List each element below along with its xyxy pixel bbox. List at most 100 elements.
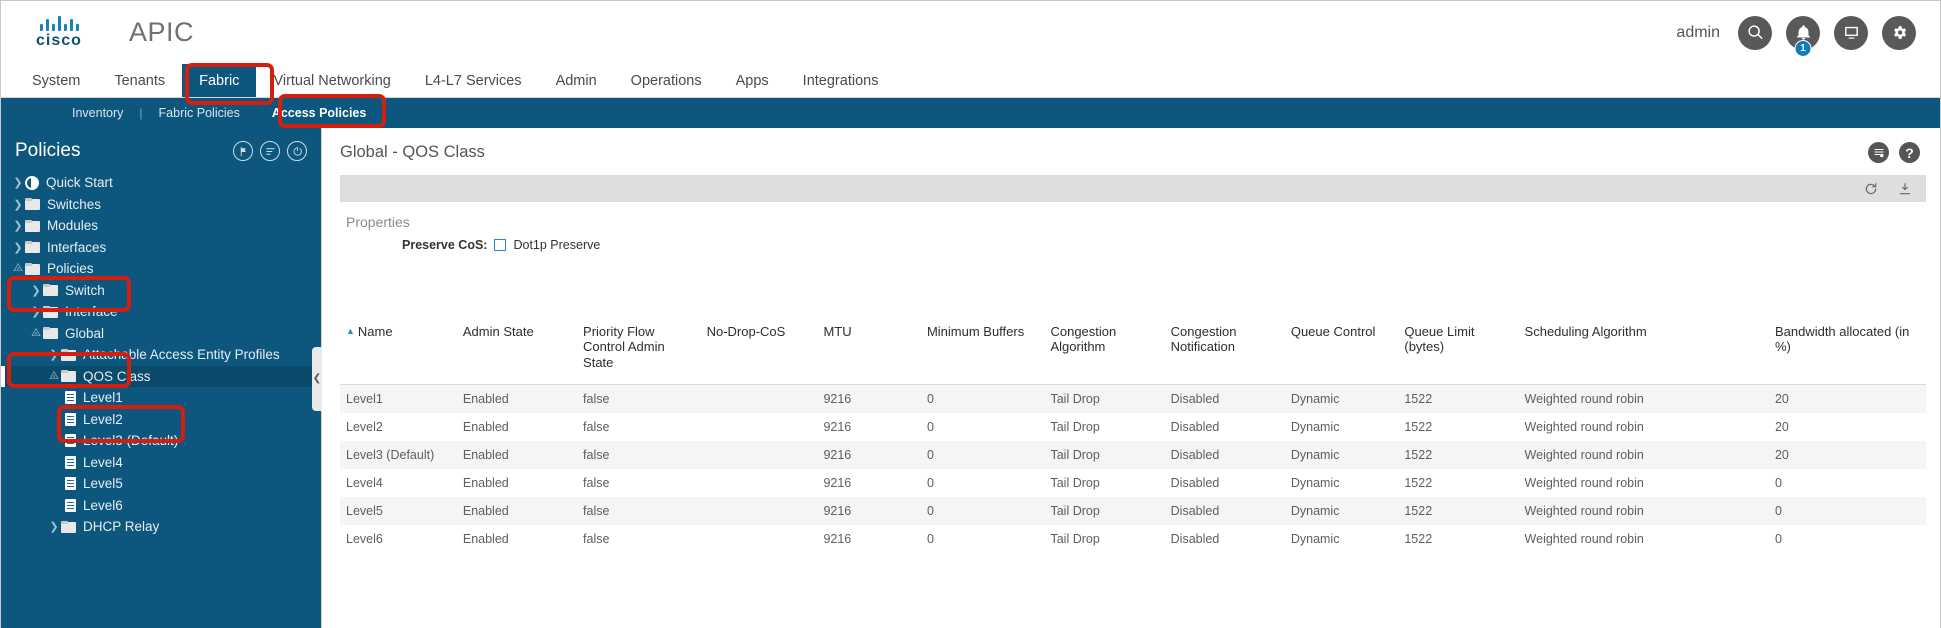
tree-item-level5[interactable]: Level5 bbox=[1, 473, 321, 495]
subnav-access-policies[interactable]: Access Policies bbox=[256, 106, 383, 120]
cell-queue-limit: 1522 bbox=[1398, 525, 1518, 553]
th-minimum-buffers[interactable]: Minimum Buffers bbox=[921, 316, 1045, 384]
table-row[interactable]: Level1 Enabled false 9216 0 Tail Drop Di… bbox=[340, 384, 1926, 413]
subnav-inventory[interactable]: Inventory bbox=[56, 106, 139, 120]
tree-item-level6[interactable]: Level6 bbox=[1, 495, 321, 517]
refresh-icon[interactable] bbox=[1864, 182, 1878, 196]
table-row[interactable]: Level4 Enabled false 9216 0 Tail Drop Di… bbox=[340, 469, 1926, 497]
cell-cong-algo: Tail Drop bbox=[1044, 384, 1164, 413]
tree-item-level2[interactable]: Level2 bbox=[1, 409, 321, 431]
cell-min-buffers: 0 bbox=[921, 384, 1045, 413]
product-title: APIC bbox=[129, 17, 194, 48]
tree-item-global[interactable]: ⨻ Global bbox=[1, 323, 321, 345]
tree-item-policies[interactable]: ⨻ Policies bbox=[1, 258, 321, 280]
chevron-right-icon[interactable]: ❯ bbox=[11, 241, 25, 254]
th-bandwidth-allocated[interactable]: Bandwidth allocated (in %) bbox=[1769, 316, 1926, 384]
list-filter-icon[interactable] bbox=[260, 141, 280, 161]
th-mtu[interactable]: MTU bbox=[817, 316, 921, 384]
gear-icon[interactable] bbox=[1882, 16, 1916, 50]
tree-item-switches[interactable]: ❯ Switches bbox=[1, 194, 321, 216]
chevron-right-icon[interactable]: ❯ bbox=[11, 219, 25, 232]
properties-spacer bbox=[340, 264, 1926, 316]
chevron-right-icon[interactable]: ❯ bbox=[29, 284, 43, 297]
table-row[interactable]: Level2 Enabled false 9216 0 Tail Drop Di… bbox=[340, 413, 1926, 441]
preserve-cos-label: Preserve CoS: bbox=[402, 238, 487, 252]
tree-item-modules[interactable]: ❯ Modules bbox=[1, 215, 321, 237]
nav-system[interactable]: System bbox=[15, 64, 97, 97]
subnav-fabric-policies[interactable]: Fabric Policies bbox=[143, 106, 256, 120]
nav-tenants[interactable]: Tenants bbox=[97, 64, 182, 97]
help-icon[interactable]: ? bbox=[1899, 142, 1920, 163]
tree-item-interfaces[interactable]: ❯ Interfaces bbox=[1, 237, 321, 259]
tree-label: QOS Class bbox=[83, 369, 151, 384]
th-queue-limit-bytes[interactable]: Queue Limit (bytes) bbox=[1398, 316, 1518, 384]
table-row[interactable]: Level5 Enabled false 9216 0 Tail Drop Di… bbox=[340, 497, 1926, 525]
cell-cong-algo: Tail Drop bbox=[1044, 441, 1164, 469]
tree-item-interface[interactable]: ❯ Interface bbox=[1, 301, 321, 323]
dot1p-preserve-checkbox[interactable] bbox=[494, 239, 506, 251]
cell-queue-limit: 1522 bbox=[1398, 469, 1518, 497]
th-scheduling-algorithm[interactable]: Scheduling Algorithm bbox=[1519, 316, 1769, 384]
tree-item-attachable-access-entity-profiles[interactable]: ❯ Attachable Access Entity Profiles bbox=[1, 344, 321, 366]
nav-virtual-networking[interactable]: Virtual Networking bbox=[256, 64, 407, 97]
th-congestion-algorithm[interactable]: Congestion Algorithm bbox=[1044, 316, 1164, 384]
cell-bandwidth: 0 bbox=[1769, 469, 1926, 497]
tree-item-level4[interactable]: Level4 bbox=[1, 452, 321, 474]
sort-asc-icon: ▲ bbox=[346, 326, 355, 336]
brand[interactable]: cisco APIC bbox=[23, 16, 194, 49]
nav-fabric[interactable]: Fabric bbox=[182, 64, 256, 97]
tree-item-level3-default[interactable]: Level3 (Default) bbox=[1, 430, 321, 452]
tree-label: Switch bbox=[65, 283, 105, 298]
cell-bandwidth: 0 bbox=[1769, 497, 1926, 525]
chevron-down-icon[interactable]: ⨻ bbox=[11, 262, 25, 275]
flag-icon[interactable] bbox=[233, 141, 253, 161]
cell-bandwidth: 20 bbox=[1769, 413, 1926, 441]
nav-apps[interactable]: Apps bbox=[719, 64, 786, 97]
cell-cong-notif: Disabled bbox=[1165, 413, 1285, 441]
nav-operations[interactable]: Operations bbox=[614, 64, 719, 97]
chevron-right-icon[interactable]: ❯ bbox=[11, 176, 25, 189]
monitor-icon[interactable] bbox=[1834, 16, 1868, 50]
chevron-right-icon[interactable]: ❯ bbox=[29, 305, 43, 318]
chevron-right-icon[interactable]: ❯ bbox=[47, 520, 61, 533]
cell-no-drop-cos bbox=[701, 497, 818, 525]
main-nav: System Tenants Fabric Virtual Networking… bbox=[1, 64, 1940, 98]
tree-item-level1[interactable]: Level1 bbox=[1, 387, 321, 409]
th-congestion-notification[interactable]: Congestion Notification bbox=[1165, 316, 1285, 384]
power-refresh-icon[interactable] bbox=[287, 141, 307, 161]
nav-admin[interactable]: Admin bbox=[539, 64, 614, 97]
chevron-down-icon[interactable]: ⨻ bbox=[29, 327, 43, 340]
table-row[interactable]: Level6 Enabled false 9216 0 Tail Drop Di… bbox=[340, 525, 1926, 553]
document-icon bbox=[65, 499, 76, 512]
sidebar-collapse-handle[interactable]: ❮ bbox=[312, 347, 322, 411]
user-label: admin bbox=[1676, 24, 1720, 42]
tree-item-dhcp-relay[interactable]: ❯ DHCP Relay bbox=[1, 516, 321, 538]
th-priority-flow-control-admin-state[interactable]: Priority Flow Control Admin State bbox=[577, 316, 701, 384]
download-icon[interactable] bbox=[1898, 182, 1912, 196]
policy-usage-icon[interactable] bbox=[1868, 142, 1889, 163]
chevron-down-icon[interactable]: ⨻ bbox=[47, 370, 61, 383]
tree-label: Level3 (Default) bbox=[83, 433, 178, 448]
search-icon[interactable] bbox=[1738, 16, 1772, 50]
nav-l4-l7-services[interactable]: L4-L7 Services bbox=[408, 64, 539, 97]
tree-item-quick-start[interactable]: ❯ Quick Start bbox=[1, 172, 321, 194]
qos-class-table: ▲Name Admin State Priority Flow Control … bbox=[340, 316, 1926, 553]
nav-integrations[interactable]: Integrations bbox=[786, 64, 896, 97]
tree-item-qos-class[interactable]: ⨻ QOS Class bbox=[1, 366, 321, 388]
th-name[interactable]: ▲Name bbox=[340, 316, 457, 384]
bell-icon[interactable]: 1 bbox=[1786, 16, 1820, 50]
cell-mtu: 9216 bbox=[817, 384, 921, 413]
tree-item-switch[interactable]: ❯ Switch bbox=[1, 280, 321, 302]
th-admin-state[interactable]: Admin State bbox=[457, 316, 577, 384]
chevron-right-icon[interactable]: ❯ bbox=[47, 348, 61, 361]
cell-queue-ctrl: Dynamic bbox=[1285, 384, 1399, 413]
th-queue-control[interactable]: Queue Control bbox=[1285, 316, 1399, 384]
sub-nav: Inventory | Fabric Policies Access Polic… bbox=[1, 98, 1940, 128]
table-row[interactable]: Level3 (Default) Enabled false 9216 0 Ta… bbox=[340, 441, 1926, 469]
tree-label: Switches bbox=[47, 197, 101, 212]
chevron-left-icon: ❮ bbox=[313, 374, 321, 384]
top-bar: cisco APIC admin 1 bbox=[1, 1, 1940, 64]
th-no-drop-cos[interactable]: No-Drop-CoS bbox=[701, 316, 818, 384]
cell-queue-ctrl: Dynamic bbox=[1285, 441, 1399, 469]
chevron-right-icon[interactable]: ❯ bbox=[11, 198, 25, 211]
